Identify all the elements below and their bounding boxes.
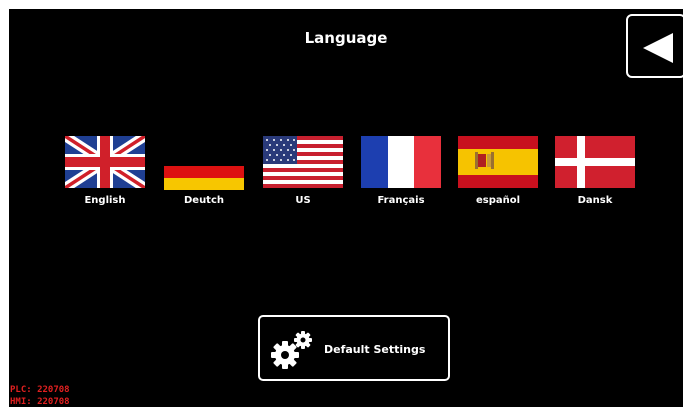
german-flag-icon	[164, 154, 244, 190]
language-english-button[interactable]	[65, 136, 145, 188]
language-screen: Language English Deutch US Français espa…	[9, 9, 683, 407]
language-label: Deutch	[183, 195, 225, 206]
page-title: Language	[304, 29, 388, 47]
gears-icon	[271, 331, 312, 369]
language-danish-button[interactable]	[555, 136, 635, 188]
default-settings-button[interactable]: Default Settings	[258, 315, 450, 381]
plc-version: PLC: 220708	[10, 385, 70, 395]
danish-flag-icon	[555, 136, 635, 188]
back-button[interactable]	[626, 14, 683, 78]
spanish-flag-icon	[458, 136, 538, 188]
language-label: Français	[377, 195, 425, 206]
language-label: Dansk	[577, 195, 613, 206]
us-flag-icon	[263, 136, 343, 188]
language-label: US	[295, 195, 311, 206]
language-french-button[interactable]	[361, 136, 441, 188]
default-settings-label: Default Settings	[324, 343, 426, 356]
language-us-button[interactable]	[263, 136, 343, 188]
hmi-version: HMI: 220708	[10, 397, 70, 407]
language-label: English	[84, 195, 126, 206]
language-german-button[interactable]	[164, 154, 244, 190]
uk-flag-icon	[65, 136, 145, 188]
language-label: español	[475, 195, 521, 206]
language-spanish-button[interactable]	[458, 136, 538, 188]
french-flag-icon	[361, 136, 441, 188]
back-arrow-icon	[643, 33, 673, 63]
